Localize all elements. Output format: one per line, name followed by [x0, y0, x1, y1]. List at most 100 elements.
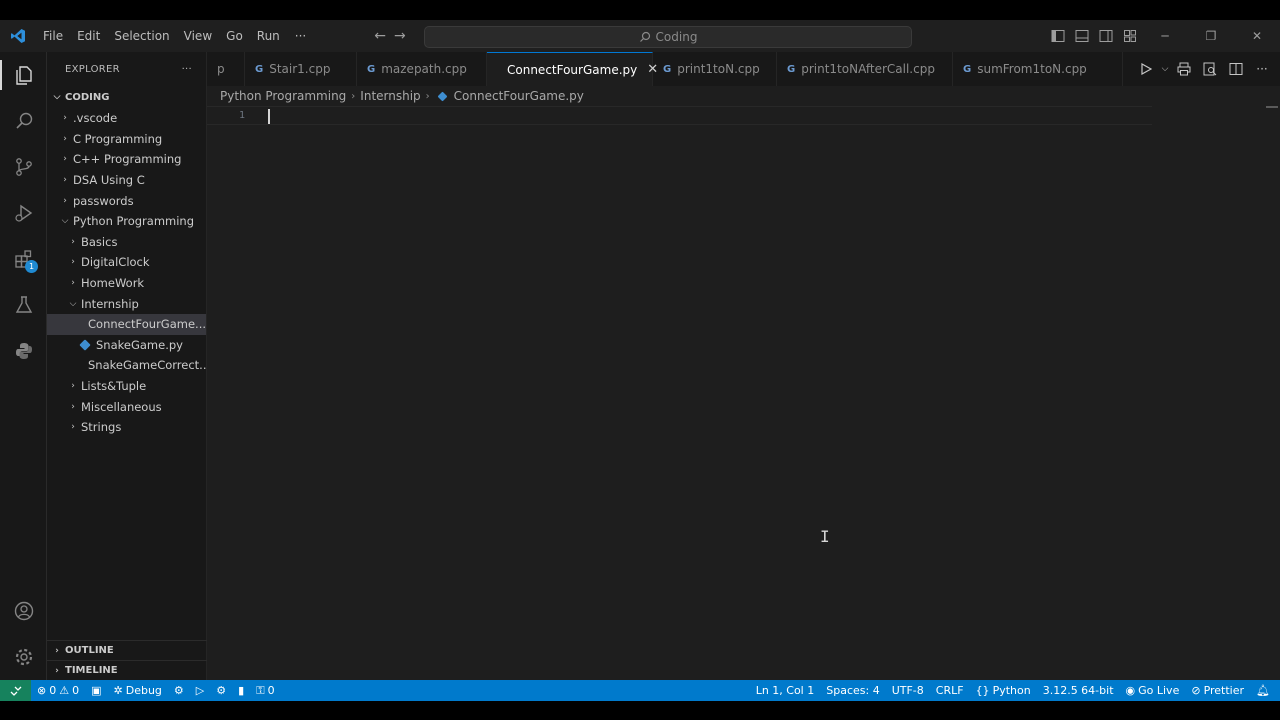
- workspace-root-label: CODING: [65, 91, 110, 103]
- print-icon[interactable]: [1172, 57, 1196, 81]
- folder-item[interactable]: › C++ Programming: [47, 149, 206, 170]
- run-debug-icon[interactable]: [0, 190, 47, 236]
- open-preview-icon[interactable]: [1198, 57, 1222, 81]
- explorer-icon[interactable]: [0, 52, 47, 98]
- chevron-down-icon: ⌵: [53, 92, 61, 102]
- split-editor-icon[interactable]: [1224, 57, 1248, 81]
- language-mode[interactable]: {} Python: [970, 680, 1037, 701]
- debug-status[interactable]: ✲ Debug: [108, 680, 168, 701]
- notifications-bell-icon[interactable]: 🔔︎: [1250, 680, 1276, 701]
- workspace-root[interactable]: ⌵ CODING: [47, 86, 206, 108]
- chevron-right-icon: ›: [63, 175, 67, 186]
- settings-gear-icon[interactable]: [0, 634, 47, 680]
- run-file-icon[interactable]: [1134, 57, 1158, 81]
- source-control-icon[interactable]: [0, 144, 47, 190]
- activity-bar-bottom: [0, 588, 47, 680]
- tree-item-label: DSA Using C: [73, 173, 145, 188]
- search-activity-icon[interactable]: [0, 98, 47, 144]
- problems-status[interactable]: ⊗ 0 ⚠ 0: [31, 680, 85, 701]
- tab-label: mazepath.cpp: [381, 62, 467, 76]
- editor-tab[interactable]: GsumFrom1toN.cpp: [953, 52, 1123, 86]
- accounts-icon[interactable]: [0, 588, 47, 634]
- file-item[interactable]: SnakeGameCorrect...: [47, 355, 206, 376]
- cpp-file-icon: G: [367, 63, 376, 75]
- menu-run[interactable]: Run: [250, 20, 287, 52]
- back-arrow-icon[interactable]: ←: [374, 28, 386, 44]
- folder-item[interactable]: › DSA Using C: [47, 170, 206, 191]
- folder-item[interactable]: › Strings: [47, 417, 206, 438]
- folder-item[interactable]: › C Programming: [47, 129, 206, 150]
- chevron-right-icon: ›: [425, 90, 430, 102]
- tree-item-label: HomeWork: [81, 276, 145, 291]
- remote-indicator-icon[interactable]: [0, 680, 31, 701]
- timeline-section[interactable]: › TIMELINE: [47, 660, 207, 680]
- testing-flask-icon[interactable]: [0, 282, 47, 328]
- breadcrumb-file[interactable]: ConnectFourGame.py: [454, 89, 584, 103]
- indentation[interactable]: Spaces: 4: [820, 680, 885, 701]
- tab-label: p: [217, 62, 225, 76]
- end-of-line[interactable]: CRLF: [930, 680, 970, 701]
- editor-tab[interactable]: Gprint1toNAfterCall.cpp: [777, 52, 953, 86]
- folder-item[interactable]: ⌵ Python Programming: [47, 211, 206, 232]
- build-icon[interactable]: ⚙: [210, 680, 232, 701]
- prettier-status[interactable]: ⊘ Prettier: [1185, 680, 1250, 701]
- minimize-icon[interactable]: ─: [1142, 20, 1188, 52]
- breadcrumb-item[interactable]: Internship: [360, 89, 420, 103]
- menu-edit[interactable]: Edit: [70, 20, 107, 52]
- menu-more-button[interactable]: ···: [287, 20, 314, 52]
- toggle-panel-icon[interactable]: [1070, 24, 1094, 48]
- customize-layout-icon[interactable]: [1118, 24, 1142, 48]
- folder-item[interactable]: › .vscode: [47, 108, 206, 129]
- menu-view[interactable]: View: [177, 20, 219, 52]
- explorer-more-button[interactable]: ···: [182, 64, 192, 75]
- go-live-button[interactable]: ◉ Go Live: [1120, 680, 1186, 701]
- close-window-icon[interactable]: ✕: [1234, 20, 1280, 52]
- folder-item[interactable]: › passwords: [47, 190, 206, 211]
- remote-explorer-icon[interactable]: ▣: [85, 680, 107, 701]
- folder-item[interactable]: › DigitalClock: [47, 252, 206, 273]
- file-item[interactable]: ConnectFourGame....: [47, 313, 206, 335]
- code-editor[interactable]: 1 I: [207, 106, 1280, 680]
- command-center-search[interactable]: Coding: [424, 26, 912, 48]
- folder-item[interactable]: › HomeWork: [47, 273, 206, 294]
- folder-item[interactable]: › Lists&Tuple: [47, 376, 206, 397]
- gear-icon[interactable]: ⚙: [168, 680, 190, 701]
- encoding[interactable]: UTF-8: [886, 680, 930, 701]
- chevron-down-icon[interactable]: ⌵: [1160, 57, 1170, 81]
- extensions-icon[interactable]: 1: [0, 236, 47, 282]
- menu-selection[interactable]: Selection: [107, 20, 176, 52]
- python-icon[interactable]: [0, 328, 47, 374]
- editor-tab[interactable]: G Stair1.cpp: [245, 52, 357, 86]
- explorer-header: EXPLORER ···: [47, 52, 206, 86]
- python-file-icon: [78, 321, 84, 328]
- forward-arrow-icon[interactable]: →: [394, 28, 406, 44]
- editor-tab[interactable]: ConnectFourGame.py ✕: [487, 52, 658, 86]
- trash-icon[interactable]: ▮: [232, 680, 250, 701]
- folder-item[interactable]: › Basics: [47, 232, 206, 253]
- cursor-position[interactable]: Ln 1, Col 1: [750, 680, 821, 701]
- editor-tab[interactable]: Gprint1toN.cpp: [653, 52, 777, 86]
- toggle-sidebar-icon[interactable]: [1046, 24, 1070, 48]
- toggle-secondary-sidebar-icon[interactable]: [1094, 24, 1118, 48]
- menu-go[interactable]: Go: [219, 20, 250, 52]
- file-item[interactable]: SnakeGame.py: [47, 335, 206, 356]
- minimap-slider[interactable]: [1266, 106, 1278, 108]
- restore-icon[interactable]: ❐: [1188, 20, 1234, 52]
- tree-item-label: Internship: [81, 296, 139, 311]
- menu-file[interactable]: File: [36, 20, 70, 52]
- editor-tab[interactable]: p: [207, 52, 245, 86]
- breadcrumb-item[interactable]: Python Programming: [220, 89, 346, 103]
- ports-status[interactable]: ⚿ 0: [250, 680, 280, 701]
- run-icon[interactable]: ▷: [190, 680, 210, 701]
- cpp-file-icon: G: [255, 63, 264, 75]
- folder-item[interactable]: › Miscellaneous: [47, 396, 206, 417]
- search-icon: [639, 31, 650, 42]
- chevron-right-icon: ›: [63, 113, 67, 124]
- more-actions-icon[interactable]: ···: [1250, 57, 1274, 81]
- python-interpreter[interactable]: 3.12.5 64-bit: [1037, 680, 1120, 701]
- outline-section[interactable]: › OUTLINE: [47, 640, 207, 660]
- folder-item[interactable]: ⌵ Internship: [47, 293, 206, 314]
- editor-tab[interactable]: Gmazepath.cpp: [357, 52, 487, 86]
- tree-item-label: SnakeGameCorrect...: [88, 358, 206, 373]
- warning-count: 0: [72, 684, 80, 697]
